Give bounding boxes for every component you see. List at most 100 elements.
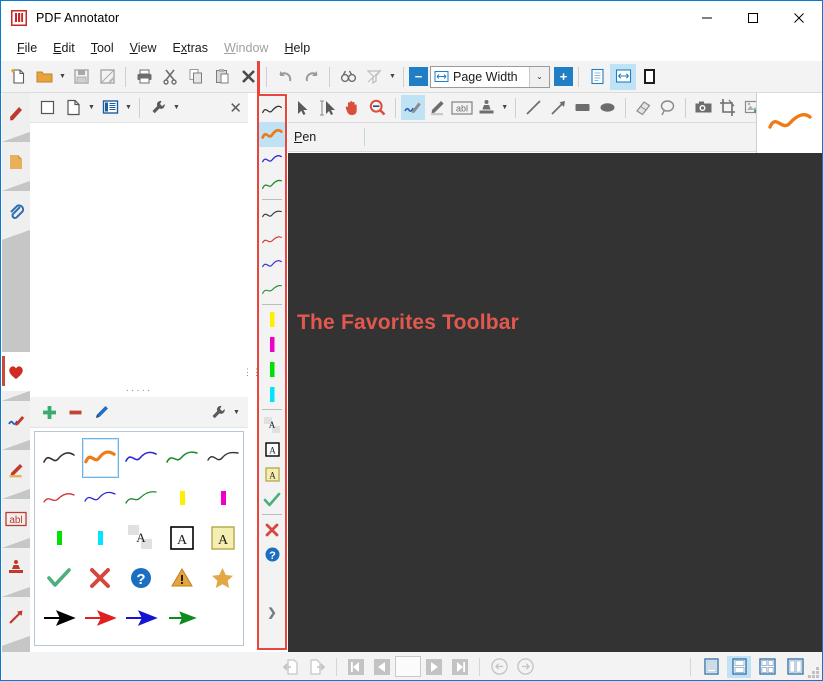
open-dropdown-caret-icon[interactable]: ▼ <box>57 64 68 90</box>
favorite-pen-blue-thin[interactable] <box>82 478 119 518</box>
favbar-highlighter-magenta[interactable] <box>259 332 285 357</box>
horizontal-splitter[interactable]: ····· <box>30 383 248 397</box>
first-page-icon[interactable] <box>345 656 367 678</box>
last-page-icon[interactable] <box>449 656 471 678</box>
vertical-splitter[interactable]: ⋮⋮ <box>243 93 261 652</box>
sidebar-item-arrows[interactable] <box>2 597 30 636</box>
menu-help[interactable]: Help <box>276 38 318 58</box>
favbar-pen-orange[interactable] <box>259 122 285 147</box>
menu-tool[interactable]: Tool <box>83 38 122 58</box>
favbar-pen-black[interactable] <box>259 97 285 122</box>
sidebar-item-bookmarks[interactable] <box>2 93 30 132</box>
close-panel-button[interactable]: ✕ <box>229 99 242 117</box>
resize-grip[interactable] <box>807 666 819 678</box>
crop-icon[interactable] <box>716 95 741 120</box>
favbar-text-note[interactable]: A <box>259 462 285 487</box>
circle-forward-icon[interactable] <box>514 656 536 678</box>
favorite-arrow-blue[interactable] <box>123 598 160 638</box>
page-back-icon[interactable] <box>280 656 302 678</box>
favorite-text-boxed[interactable]: A <box>163 518 200 558</box>
hand-tool[interactable] <box>340 95 365 120</box>
full-page-view-icon[interactable] <box>636 64 662 90</box>
wrench-dropdown-caret-icon[interactable]: ▼ <box>171 95 182 121</box>
wrench-icon[interactable] <box>145 95 171 121</box>
favorite-pen-black[interactable] <box>41 438 78 478</box>
favorite-arrow-black[interactable] <box>41 598 78 638</box>
select-arrow-tool[interactable] <box>291 95 316 120</box>
favbar-stamp-cross[interactable] <box>259 517 285 542</box>
favbar-pen-black-2[interactable] <box>259 202 285 227</box>
pencil-icon[interactable] <box>88 399 114 425</box>
document-dropdown-caret-icon[interactable]: ▼ <box>86 95 97 121</box>
favorite-text-note[interactable]: A <box>204 518 241 558</box>
stamp-tool[interactable] <box>475 95 500 120</box>
rectangle-tool[interactable] <box>570 95 595 120</box>
copy-icon[interactable] <box>183 64 209 90</box>
favorite-arrow-red[interactable] <box>82 598 119 638</box>
close-button[interactable] <box>776 1 822 35</box>
sidebar-item-stamps[interactable] <box>2 548 30 587</box>
sort-dropdown-caret-icon[interactable]: ▼ <box>387 64 398 90</box>
save-icon[interactable] <box>68 64 94 90</box>
favorite-pen-green-thin[interactable] <box>123 478 160 518</box>
sidebar-item-favorites[interactable] <box>2 352 30 391</box>
favorite-pen-black-2[interactable] <box>204 438 241 478</box>
menu-edit[interactable]: Edit <box>45 38 83 58</box>
menu-file[interactable]: File <box>9 38 45 58</box>
two-page-continuous-button[interactable] <box>783 656 807 678</box>
continuous-layout-button[interactable] <box>727 655 751 678</box>
open-folder-icon[interactable] <box>31 64 57 90</box>
sidebar-item-text[interactable]: abl <box>2 499 30 538</box>
page-forward-icon[interactable] <box>306 656 328 678</box>
favbar-highlighter-cyan[interactable] <box>259 382 285 407</box>
favbar-text-plain[interactable]: A <box>259 412 285 437</box>
zoom-in-button[interactable]: + <box>554 67 573 86</box>
previous-page-icon[interactable] <box>371 656 393 678</box>
favorite-stamp-check[interactable] <box>41 558 78 598</box>
abl-text-icon[interactable]: abl <box>450 95 475 120</box>
page-width-view-icon[interactable] <box>610 63 636 90</box>
page-number-input[interactable] <box>395 656 421 677</box>
highlighter-tool[interactable] <box>425 95 450 120</box>
book-icon[interactable] <box>97 95 123 121</box>
eraser-tool[interactable] <box>631 95 656 120</box>
save-as-icon[interactable] <box>94 64 120 90</box>
sidebar-item-highlighter[interactable] <box>2 450 30 489</box>
chevron-down-icon[interactable]: ⌄ <box>529 66 549 87</box>
favorite-stamp-question[interactable]: ? <box>123 558 160 598</box>
favorite-pen-red-thin[interactable] <box>41 478 78 518</box>
favorite-pen-blue[interactable] <box>123 438 160 478</box>
redo-icon[interactable] <box>298 64 324 90</box>
paste-icon[interactable] <box>209 64 235 90</box>
new-document-icon[interactable] <box>5 64 31 90</box>
favorites-options-wrench-icon[interactable] <box>205 399 231 425</box>
single-page-layout-button[interactable] <box>699 656 723 678</box>
favorite-highlighter-cyan[interactable] <box>82 518 119 558</box>
favorite-arrow-green[interactable] <box>163 598 200 638</box>
select-text-tool[interactable] <box>316 95 341 120</box>
lasso-tool[interactable] <box>655 95 680 120</box>
sidebar-item-pages[interactable] <box>2 142 30 181</box>
favorite-stamp-cross[interactable] <box>82 558 119 598</box>
stamp-dropdown-caret-icon[interactable]: ▼ <box>499 95 510 121</box>
sort-icon[interactable] <box>361 64 387 90</box>
ellipse-tool[interactable] <box>595 95 620 120</box>
favorites-options-caret-icon[interactable]: ▼ <box>231 399 242 425</box>
zoom-out-button[interactable]: − <box>409 67 428 86</box>
page-canvas[interactable]: The Favorites Toolbar <box>288 153 822 652</box>
book-dropdown-caret-icon[interactable]: ▼ <box>123 95 134 121</box>
single-page-view-icon[interactable] <box>584 64 610 90</box>
pen-tool[interactable] <box>400 95 426 120</box>
magnifier-icon[interactable] <box>365 95 390 120</box>
favbar-pen-green[interactable] <box>259 172 285 197</box>
favorite-highlighter-green[interactable] <box>41 518 78 558</box>
line-tool[interactable] <box>521 95 546 120</box>
minus-icon[interactable] <box>62 399 88 425</box>
favorites-toolbar-more-button[interactable]: ❯ <box>259 601 285 623</box>
maximize-button[interactable] <box>730 1 776 35</box>
undo-icon[interactable] <box>272 64 298 90</box>
plus-icon[interactable] <box>36 399 62 425</box>
favorite-text-plain[interactable]: A <box>123 518 160 558</box>
document-icon[interactable] <box>60 95 86 121</box>
favorite-highlighter-magenta[interactable] <box>204 478 241 518</box>
